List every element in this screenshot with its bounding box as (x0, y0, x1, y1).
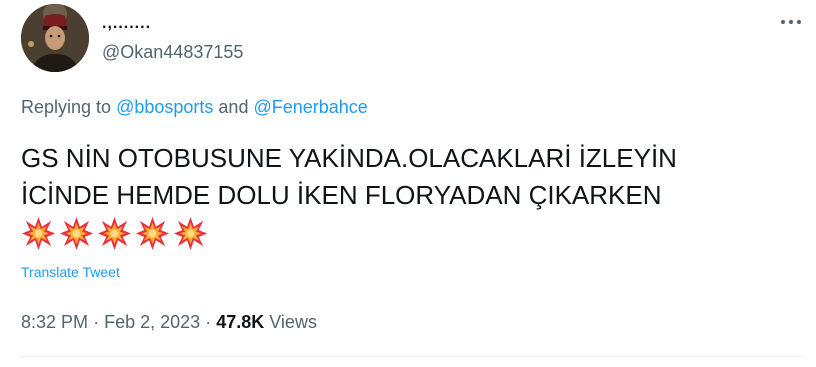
views-label: Views (269, 312, 317, 332)
meta-separator: · (205, 312, 212, 332)
replying-to-line: Replying to @bbosports and @Fenerbahce (21, 96, 368, 118)
collision-emoji-icon (59, 216, 94, 251)
collision-emoji-icon (21, 216, 56, 251)
tweet-date-link[interactable]: Feb 2, 2023 (104, 312, 200, 332)
divider (21, 356, 807, 357)
collision-emoji-icon (97, 216, 132, 251)
replying-joiner: and (218, 97, 249, 117)
meta-separator: · (93, 312, 100, 332)
collision-emoji-icon (173, 216, 208, 251)
mention-fenerbahce-link[interactable]: @Fenerbahce (253, 97, 367, 117)
avatar-portrait-icon (21, 4, 89, 72)
tweet-time-link[interactable]: 8:32 PM (21, 312, 88, 332)
author-display-name[interactable]: .,....... (102, 14, 151, 34)
more-dot (781, 20, 785, 24)
more-dot (789, 20, 793, 24)
tweet-meta: 8:32 PM · Feb 2, 2023 · 47.8K Views (21, 311, 317, 333)
avatar[interactable] (21, 4, 89, 72)
tweet-card: .,....... @Okan44837155 Replying to @bbo… (0, 0, 816, 367)
collision-emoji-icon (135, 216, 170, 251)
replying-prefix: Replying to (21, 97, 112, 117)
author-handle[interactable]: @Okan44837155 (102, 41, 243, 63)
mention-bbosports-link[interactable]: @bbosports (116, 97, 213, 117)
translate-tweet-link[interactable]: Translate Tweet (21, 263, 120, 281)
tweet-text: GS NİN OTOBUSUNE YAKİNDA.OLACAKLARİ İZLE… (21, 143, 677, 210)
more-dot (797, 20, 801, 24)
emoji-row (21, 216, 208, 256)
more-options-icon[interactable] (776, 10, 806, 34)
views-count: 47.8K (216, 312, 265, 332)
